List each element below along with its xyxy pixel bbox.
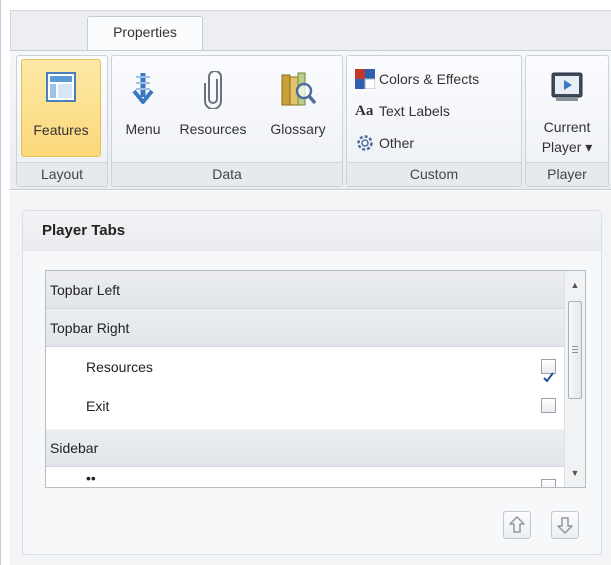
ribbon-group-layout: Features Layout — [16, 55, 108, 187]
group-label-data: Data — [112, 162, 342, 186]
ribbon-group-player: Current Player ▾ Player — [525, 55, 609, 187]
row-label: Topbar Right — [50, 320, 130, 336]
list-group-row[interactable]: Topbar Left — [46, 271, 564, 309]
grip-line — [572, 346, 578, 347]
text-labels-label: Text Labels — [379, 103, 450, 119]
exit-checkbox[interactable] — [541, 398, 556, 413]
check-mark-icon — [543, 372, 554, 383]
current-player-line1: Current — [543, 119, 591, 135]
panel-title: Player Tabs — [42, 222, 126, 239]
row-label: Topbar Left — [50, 282, 121, 298]
color-swatch-icon — [355, 69, 376, 90]
scroll-down-icon[interactable]: ▼ — [565, 463, 585, 483]
menu-button[interactable]: Menu — [118, 59, 168, 157]
row-label: Exit — [86, 398, 110, 414]
partial-checkbox[interactable] — [541, 479, 556, 487]
layout-icon — [46, 72, 76, 105]
arrow-up-icon — [509, 516, 525, 533]
grip-line — [572, 352, 578, 353]
tab-properties[interactable]: Properties — [87, 16, 203, 50]
player-icon — [550, 71, 584, 106]
list-item[interactable]: •• — [46, 467, 564, 487]
features-button[interactable]: Features — [21, 59, 101, 157]
books-magnifier-icon — [278, 71, 318, 112]
resources-label: Resources — [179, 121, 247, 137]
paperclip-icon — [203, 70, 223, 112]
player-tabs-list: Topbar Left Topbar Right Resources Exit … — [45, 270, 586, 488]
menu-label: Menu — [125, 121, 161, 137]
move-up-button[interactable] — [503, 511, 531, 539]
ribbon: Features Layout Menu Resources Glossary … — [10, 50, 611, 190]
group-label-player: Player — [526, 162, 608, 186]
arrow-down-icon — [557, 517, 573, 534]
list-item[interactable]: Resources — [46, 348, 564, 386]
glossary-label: Glossary — [270, 121, 326, 137]
list-scrollbar[interactable]: ▲ ▼ — [564, 271, 585, 487]
grip-line — [572, 349, 578, 350]
gear-icon — [355, 133, 375, 153]
row-label: •• — [86, 470, 96, 486]
group-label-custom: Custom — [347, 162, 521, 186]
list-group-row[interactable]: Sidebar — [46, 429, 564, 467]
ribbon-group-custom: Colors & Effects Aa Text Labels Other Cu… — [346, 55, 522, 187]
colors-effects-button[interactable]: Colors & Effects — [355, 66, 479, 92]
row-label: Resources — [86, 359, 153, 375]
menu-arrow-icon — [131, 71, 155, 108]
other-button[interactable]: Other — [355, 130, 414, 156]
ribbon-group-data: Menu Resources Glossary Data — [111, 55, 343, 187]
current-player-line2: Player ▾ — [541, 139, 593, 155]
colors-effects-label: Colors & Effects — [379, 71, 480, 87]
scroll-thumb[interactable] — [568, 301, 582, 399]
resources-checkbox[interactable] — [541, 359, 556, 383]
list-item[interactable]: Exit — [46, 387, 564, 425]
group-label-layout: Layout — [17, 162, 107, 186]
text-labels-button[interactable]: Aa Text Labels — [355, 98, 450, 124]
list-group-row[interactable]: Topbar Right — [46, 309, 564, 347]
scroll-up-icon[interactable]: ▲ — [565, 275, 585, 295]
resources-button[interactable]: Resources — [170, 59, 256, 157]
features-label: Features — [33, 122, 89, 138]
move-down-button[interactable] — [551, 511, 579, 539]
current-player-label: Current Player ▾ — [530, 117, 604, 157]
other-label: Other — [379, 135, 415, 151]
current-player-button[interactable]: Current Player ▾ — [530, 59, 604, 157]
glossary-button[interactable]: Glossary — [258, 59, 338, 157]
text-labels-icon: Aa — [355, 102, 374, 119]
